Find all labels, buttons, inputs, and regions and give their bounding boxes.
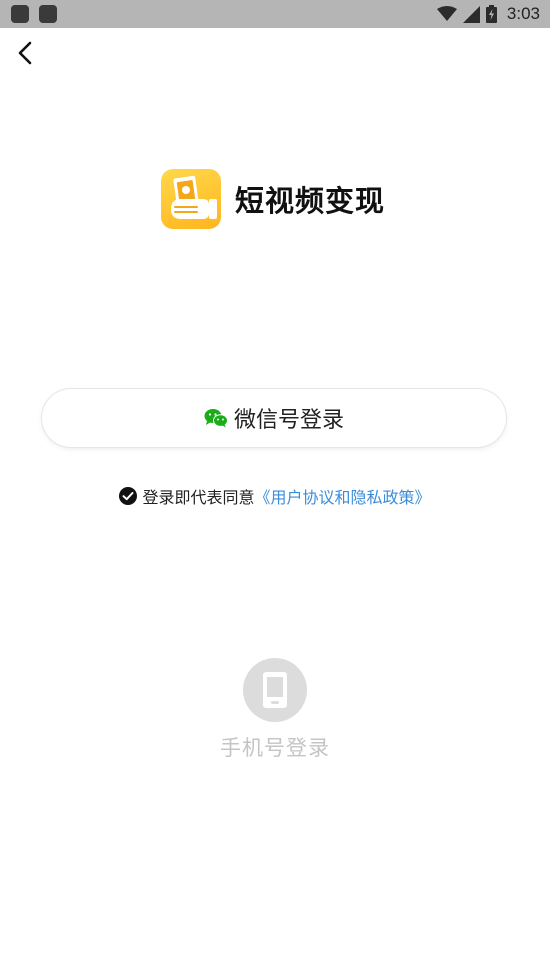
chevron-left-icon <box>18 41 32 65</box>
phone-icon <box>263 672 287 708</box>
notification-icon <box>11 5 29 23</box>
phone-login-button[interactable]: 手机号登录 <box>0 658 550 762</box>
check-circle-icon[interactable] <box>119 487 138 505</box>
app-name: 短视频变现 <box>235 184 386 218</box>
battery-icon <box>485 5 497 23</box>
hand-money-icon <box>171 175 217 219</box>
phone-login-label[interactable]: 手机号登录 <box>220 732 330 762</box>
status-bar: 3:03 <box>0 0 550 28</box>
status-time: 3:03 <box>506 4 540 23</box>
notification-icon <box>39 5 57 23</box>
app-logo <box>161 169 221 229</box>
wechat-login-label: 微信号登录 <box>233 408 344 433</box>
status-indicators: 3:03 <box>436 0 540 28</box>
wechat-icon <box>204 409 228 428</box>
agreement-link[interactable]: 《用户协议和隐私政策》 <box>255 484 431 508</box>
wifi-icon <box>436 6 457 21</box>
agreement-text: 登录即代表同意 <box>142 488 255 507</box>
wechat-login-button[interactable]: 微信号登录 <box>42 389 506 447</box>
signal-icon <box>462 5 480 23</box>
app-brand: 短视频变现 <box>161 169 385 229</box>
agreement-row: 登录即代表同意 《用户协议和隐私政策》 <box>0 484 550 508</box>
back-button[interactable] <box>10 38 42 70</box>
phone-login-icon-circle[interactable] <box>243 658 307 722</box>
